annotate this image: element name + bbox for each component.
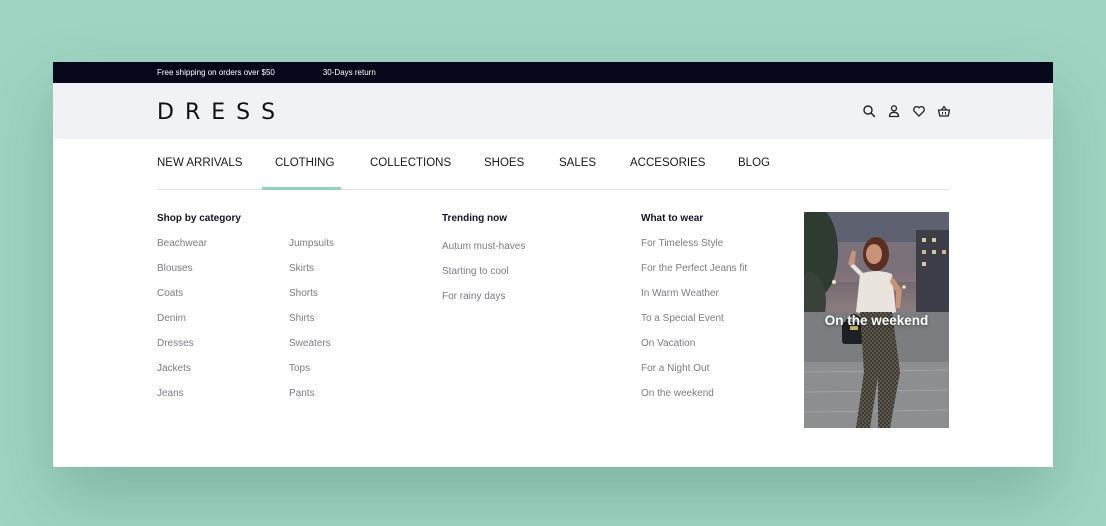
returns-promo: 30-Days return [322, 68, 376, 77]
announcement-bar: Free shipping on orders over $50 30-Days… [53, 62, 1053, 83]
wear-link[interactable]: To a Special Event [641, 313, 724, 324]
category-link[interactable]: Sweaters [289, 338, 331, 349]
category-link[interactable]: Jackets [157, 363, 191, 374]
category-link[interactable]: Skirts [289, 263, 314, 274]
category-link[interactable]: Blouses [157, 263, 193, 274]
category-link[interactable]: Pants [289, 388, 315, 399]
wear-link[interactable]: For Timeless Style [641, 238, 723, 249]
promo-caption: On the weekend [824, 313, 929, 328]
category-heading: Shop by category [157, 213, 241, 224]
header-actions [862, 104, 951, 118]
wear-link[interactable]: In Warm Weather [641, 288, 719, 299]
user-icon[interactable] [887, 104, 901, 118]
what-to-wear-heading: What to wear [641, 213, 704, 224]
nav-clothing[interactable]: CLOTHING [275, 157, 334, 169]
nav-collections[interactable]: COLLECTIONS [370, 157, 451, 169]
trending-link[interactable]: Starting to cool [442, 266, 509, 277]
site-header: DRESS [53, 83, 1053, 139]
category-link[interactable]: Beachwear [157, 238, 207, 249]
promo-card[interactable]: On the weekend [804, 212, 949, 428]
category-link[interactable]: Shorts [289, 288, 318, 299]
logo[interactable]: DRESS [157, 100, 286, 125]
search-icon[interactable] [862, 104, 876, 118]
category-link[interactable]: Jumpsuits [289, 238, 334, 249]
trending-link[interactable]: For rainy days [442, 291, 505, 302]
category-link[interactable]: Tops [289, 363, 310, 374]
wear-link[interactable]: For the Perfect Jeans fit [641, 263, 747, 274]
nav-new-arrivals[interactable]: NEW ARRIVALS [157, 157, 242, 169]
wear-link[interactable]: On the weekend [641, 388, 714, 399]
category-link[interactable]: Denim [157, 313, 186, 324]
main-nav: NEW ARRIVALS CLOTHING COLLECTIONS SHOES … [157, 139, 949, 190]
heart-icon[interactable] [912, 104, 926, 118]
nav-blog[interactable]: BLOG [738, 157, 770, 169]
trending-link[interactable]: Autum must-haves [442, 241, 525, 252]
nav-accesories[interactable]: ACCESORIES [630, 157, 705, 169]
wear-link[interactable]: For a Night Out [641, 363, 709, 374]
basket-icon[interactable] [937, 104, 951, 118]
browser-frame: Free shipping on orders over $50 30-Days… [53, 62, 1053, 467]
active-tab-indicator [262, 187, 341, 190]
category-link[interactable]: Dresses [157, 338, 194, 349]
nav-shoes[interactable]: SHOES [484, 157, 524, 169]
wear-link[interactable]: On Vacation [641, 338, 695, 349]
trending-heading: Trending now [442, 213, 507, 224]
category-link[interactable]: Coats [157, 288, 183, 299]
category-link[interactable]: Jeans [157, 388, 184, 399]
shipping-promo: Free shipping on orders over $50 [157, 68, 275, 77]
category-link[interactable]: Shirts [289, 313, 315, 324]
nav-sales[interactable]: SALES [559, 157, 596, 169]
